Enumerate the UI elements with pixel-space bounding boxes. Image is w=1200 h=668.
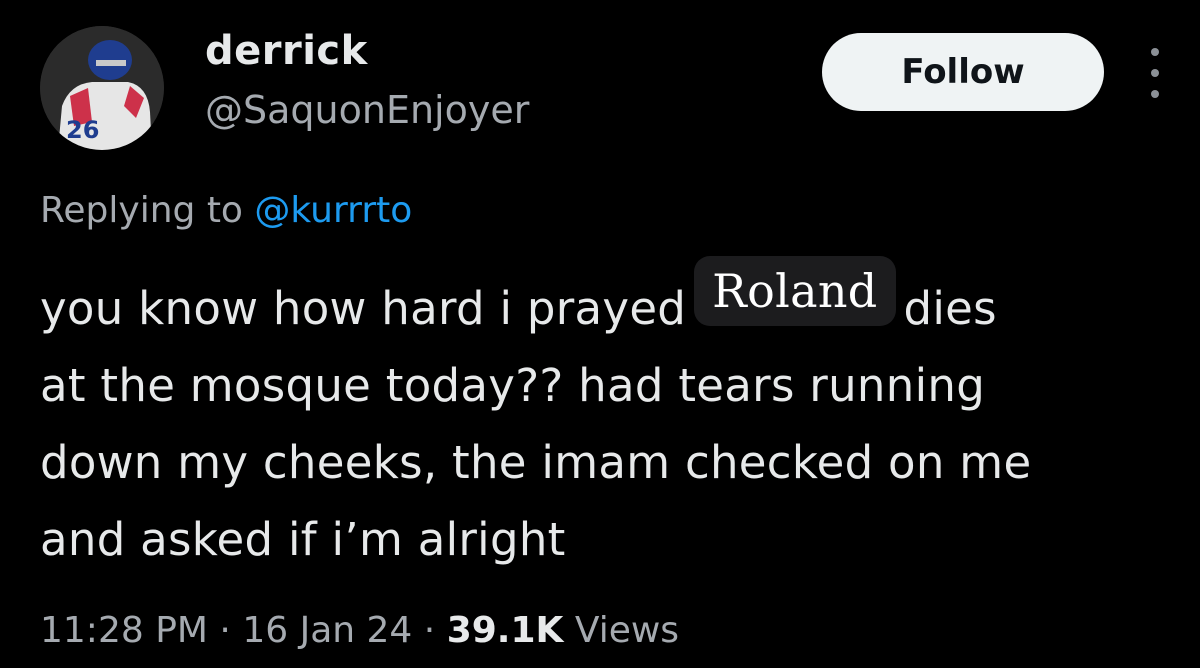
tweet-line-1-after: dies: [903, 282, 997, 335]
meta-separator: ·: [219, 610, 231, 651]
highlighted-name-box: Roland: [694, 256, 896, 326]
tweet-line-1: you know how hard i prayed Roland dies: [40, 256, 1180, 347]
tweet-line-1-before: you know how hard i prayed: [40, 282, 687, 335]
user-display-name[interactable]: derrick: [205, 28, 368, 74]
more-dot: [1151, 48, 1159, 56]
more-dot: [1151, 90, 1159, 98]
views-count: 39.1K: [446, 610, 564, 651]
views-label: Views: [574, 610, 680, 651]
tweet-line-4: and asked if i’m alright: [40, 513, 566, 566]
replying-to-line: Replying to @kurrrto: [40, 190, 412, 231]
more-dot: [1151, 69, 1159, 77]
user-avatar[interactable]: 26: [40, 26, 164, 150]
follow-button-label: Follow: [901, 52, 1025, 92]
tweet-line-2: at the mosque today?? had tears running: [40, 359, 986, 412]
avatar-football-player-icon: 26: [40, 26, 164, 150]
tweet-meta: 11:28 PM · 16 Jan 24 · 39.1K Views: [40, 610, 679, 651]
follow-button[interactable]: Follow: [822, 33, 1104, 111]
tweet-line-3: down my cheeks, the imam checked on me: [40, 436, 1032, 489]
tweet-card: 26 derrick @SaquonEnjoyer Follow Replyin…: [0, 0, 1200, 668]
reply-mention-link[interactable]: @kurrrto: [254, 190, 412, 231]
replying-to-prefix: Replying to: [40, 190, 243, 231]
more-vertical-icon[interactable]: [1143, 48, 1167, 98]
meta-separator: ·: [423, 610, 436, 651]
tweet-time[interactable]: 11:28 PM: [40, 610, 208, 651]
tweet-text: you know how hard i prayed Roland dies at …: [40, 256, 1180, 578]
avatar-jersey-number: 26: [66, 116, 99, 144]
tweet-date[interactable]: 16 Jan 24: [242, 610, 412, 651]
user-handle[interactable]: @SaquonEnjoyer: [205, 88, 529, 132]
